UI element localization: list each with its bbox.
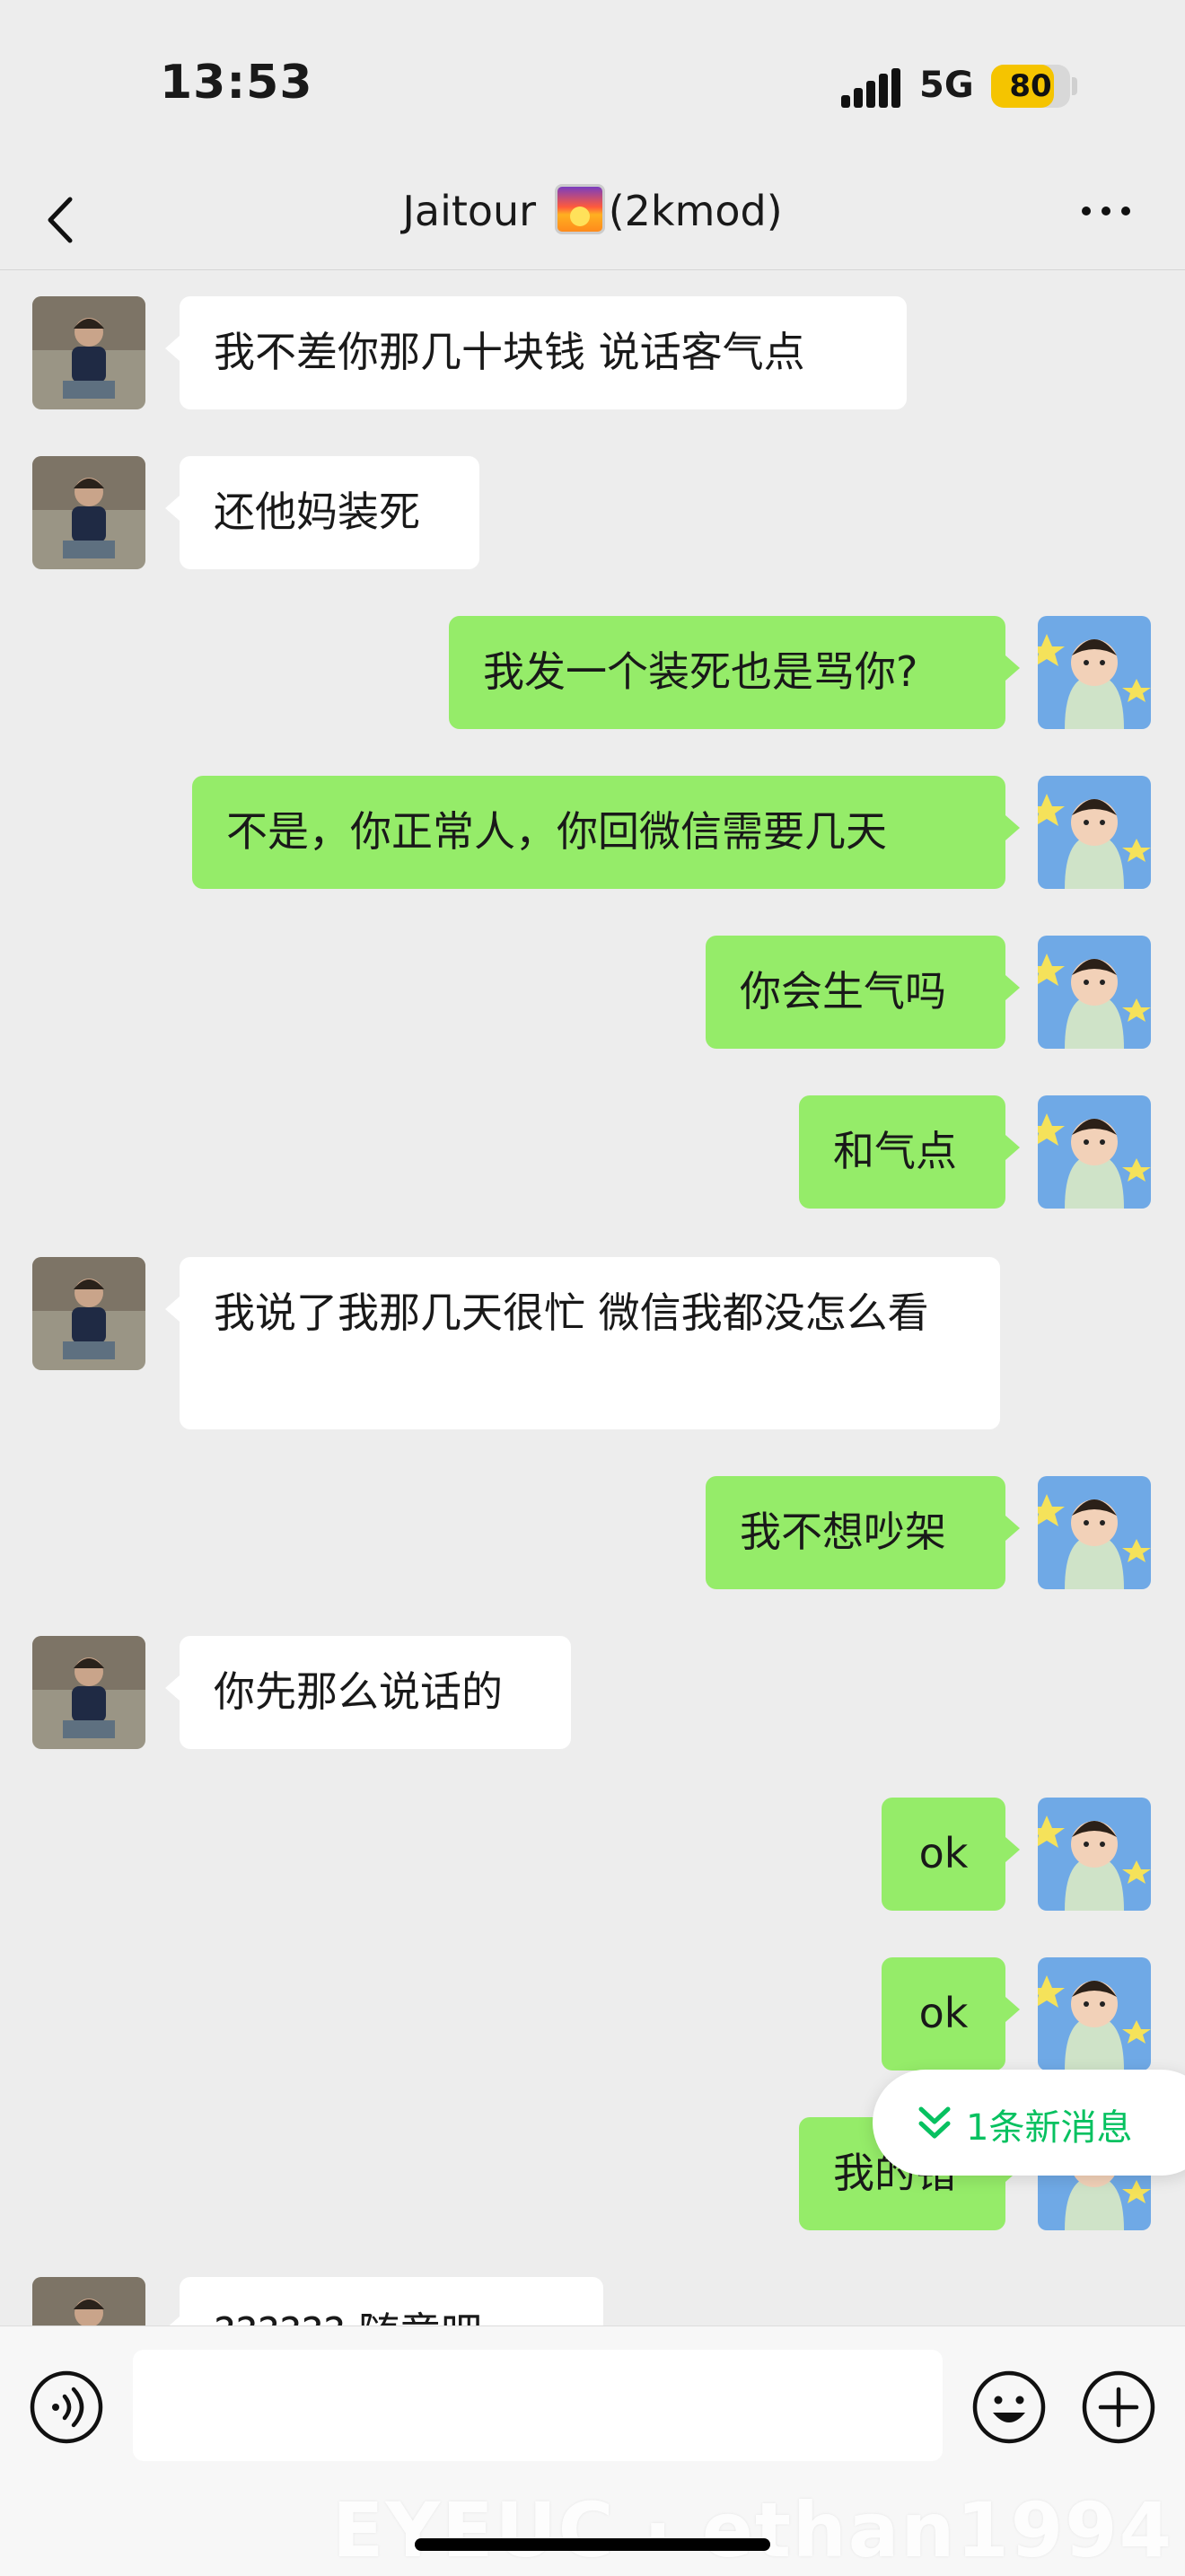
my-avatar[interactable] (1038, 1957, 1151, 2070)
plus-icon[interactable] (1081, 2369, 1156, 2445)
chat-title-name: Jaitour (402, 187, 549, 235)
message-text: ok (918, 1989, 969, 2037)
message-text: 我说了我那几天很忙 微信我都没怎么看 (214, 1288, 929, 1337)
contact-avatar[interactable] (32, 456, 145, 569)
message-text: 我不差你那几十块钱 说话客气点 (214, 328, 805, 376)
sunrise-emoji-icon (554, 184, 605, 234)
my-avatar[interactable] (1038, 1095, 1151, 1209)
my-avatar[interactable] (1038, 616, 1151, 729)
battery-cap (1072, 77, 1077, 95)
my-avatar[interactable] (1038, 1798, 1151, 1911)
new-message-pill[interactable]: 1条新消息 (873, 2070, 1185, 2176)
back-icon[interactable] (34, 189, 88, 251)
double-chevron-down-icon (918, 2106, 951, 2139)
message-bubble[interactable]: 还他妈装死 (165, 456, 479, 569)
message-bubble[interactable]: ok (882, 1957, 1020, 2070)
message-bubble[interactable]: 我不想吵架 (706, 1476, 1020, 1589)
contact-avatar[interactable] (32, 1636, 145, 1749)
contact-avatar[interactable] (32, 296, 145, 409)
signal-icon (841, 68, 900, 108)
chat-title: Jaitour (2kmod) (269, 171, 916, 251)
voice-icon[interactable] (29, 2369, 104, 2445)
watermark: EYEUC · ethan1994 (332, 2486, 1174, 2574)
message-input[interactable] (133, 2350, 943, 2461)
message-bubble[interactable]: ok (882, 1798, 1020, 1911)
message-text: 你先那么说话的 (214, 1667, 503, 1716)
message-bubble[interactable]: 你会生气吗 (706, 936, 1020, 1049)
my-avatar[interactable] (1038, 936, 1151, 1049)
message-text: 不是，你正常人，你回微信需要几天 (226, 807, 887, 856)
message-text: 我不想吵架 (740, 1508, 946, 1556)
message-bubble[interactable]: 不是，你正常人，你回微信需要几天 (192, 776, 1020, 889)
battery-indicator: 80 (991, 65, 1070, 108)
message-bubble[interactable]: 我发一个装死也是骂你? (449, 616, 1020, 729)
message-text: 我发一个装死也是骂你? (483, 647, 918, 696)
emoji-icon[interactable] (971, 2369, 1047, 2445)
chat-title-suffix: (2kmod) (608, 187, 783, 235)
network-type: 5G (919, 65, 974, 106)
battery-level: 80 (1009, 68, 1052, 104)
input-bar: EYEUC · ethan1994 (0, 2325, 1185, 2576)
chat-header: Jaitour (2kmod) (0, 171, 1185, 270)
status-time: 13:53 (160, 56, 313, 110)
contact-avatar[interactable] (32, 1257, 145, 1370)
message-bubble[interactable]: 你先那么说话的 (165, 1636, 571, 1749)
my-avatar[interactable] (1038, 1476, 1151, 1589)
message-text: 你会生气吗 (740, 967, 946, 1015)
message-text: 和气点 (833, 1127, 957, 1175)
my-avatar[interactable] (1038, 776, 1151, 889)
status-bar: 13:53 5G 80 (0, 0, 1185, 171)
home-indicator (415, 2538, 770, 2551)
message-text: 还他妈装死 (214, 488, 420, 536)
message-bubble[interactable]: 我说了我那几天很忙 微信我都没怎么看 (165, 1257, 1000, 1429)
message-bubble[interactable]: 我不差你那几十块钱 说话客气点 (165, 296, 907, 409)
more-icon[interactable] (1077, 198, 1135, 224)
new-message-label: 1条新消息 (966, 2107, 1133, 2149)
message-text: ok (918, 1829, 969, 1877)
message-bubble[interactable]: 和气点 (799, 1095, 1020, 1209)
